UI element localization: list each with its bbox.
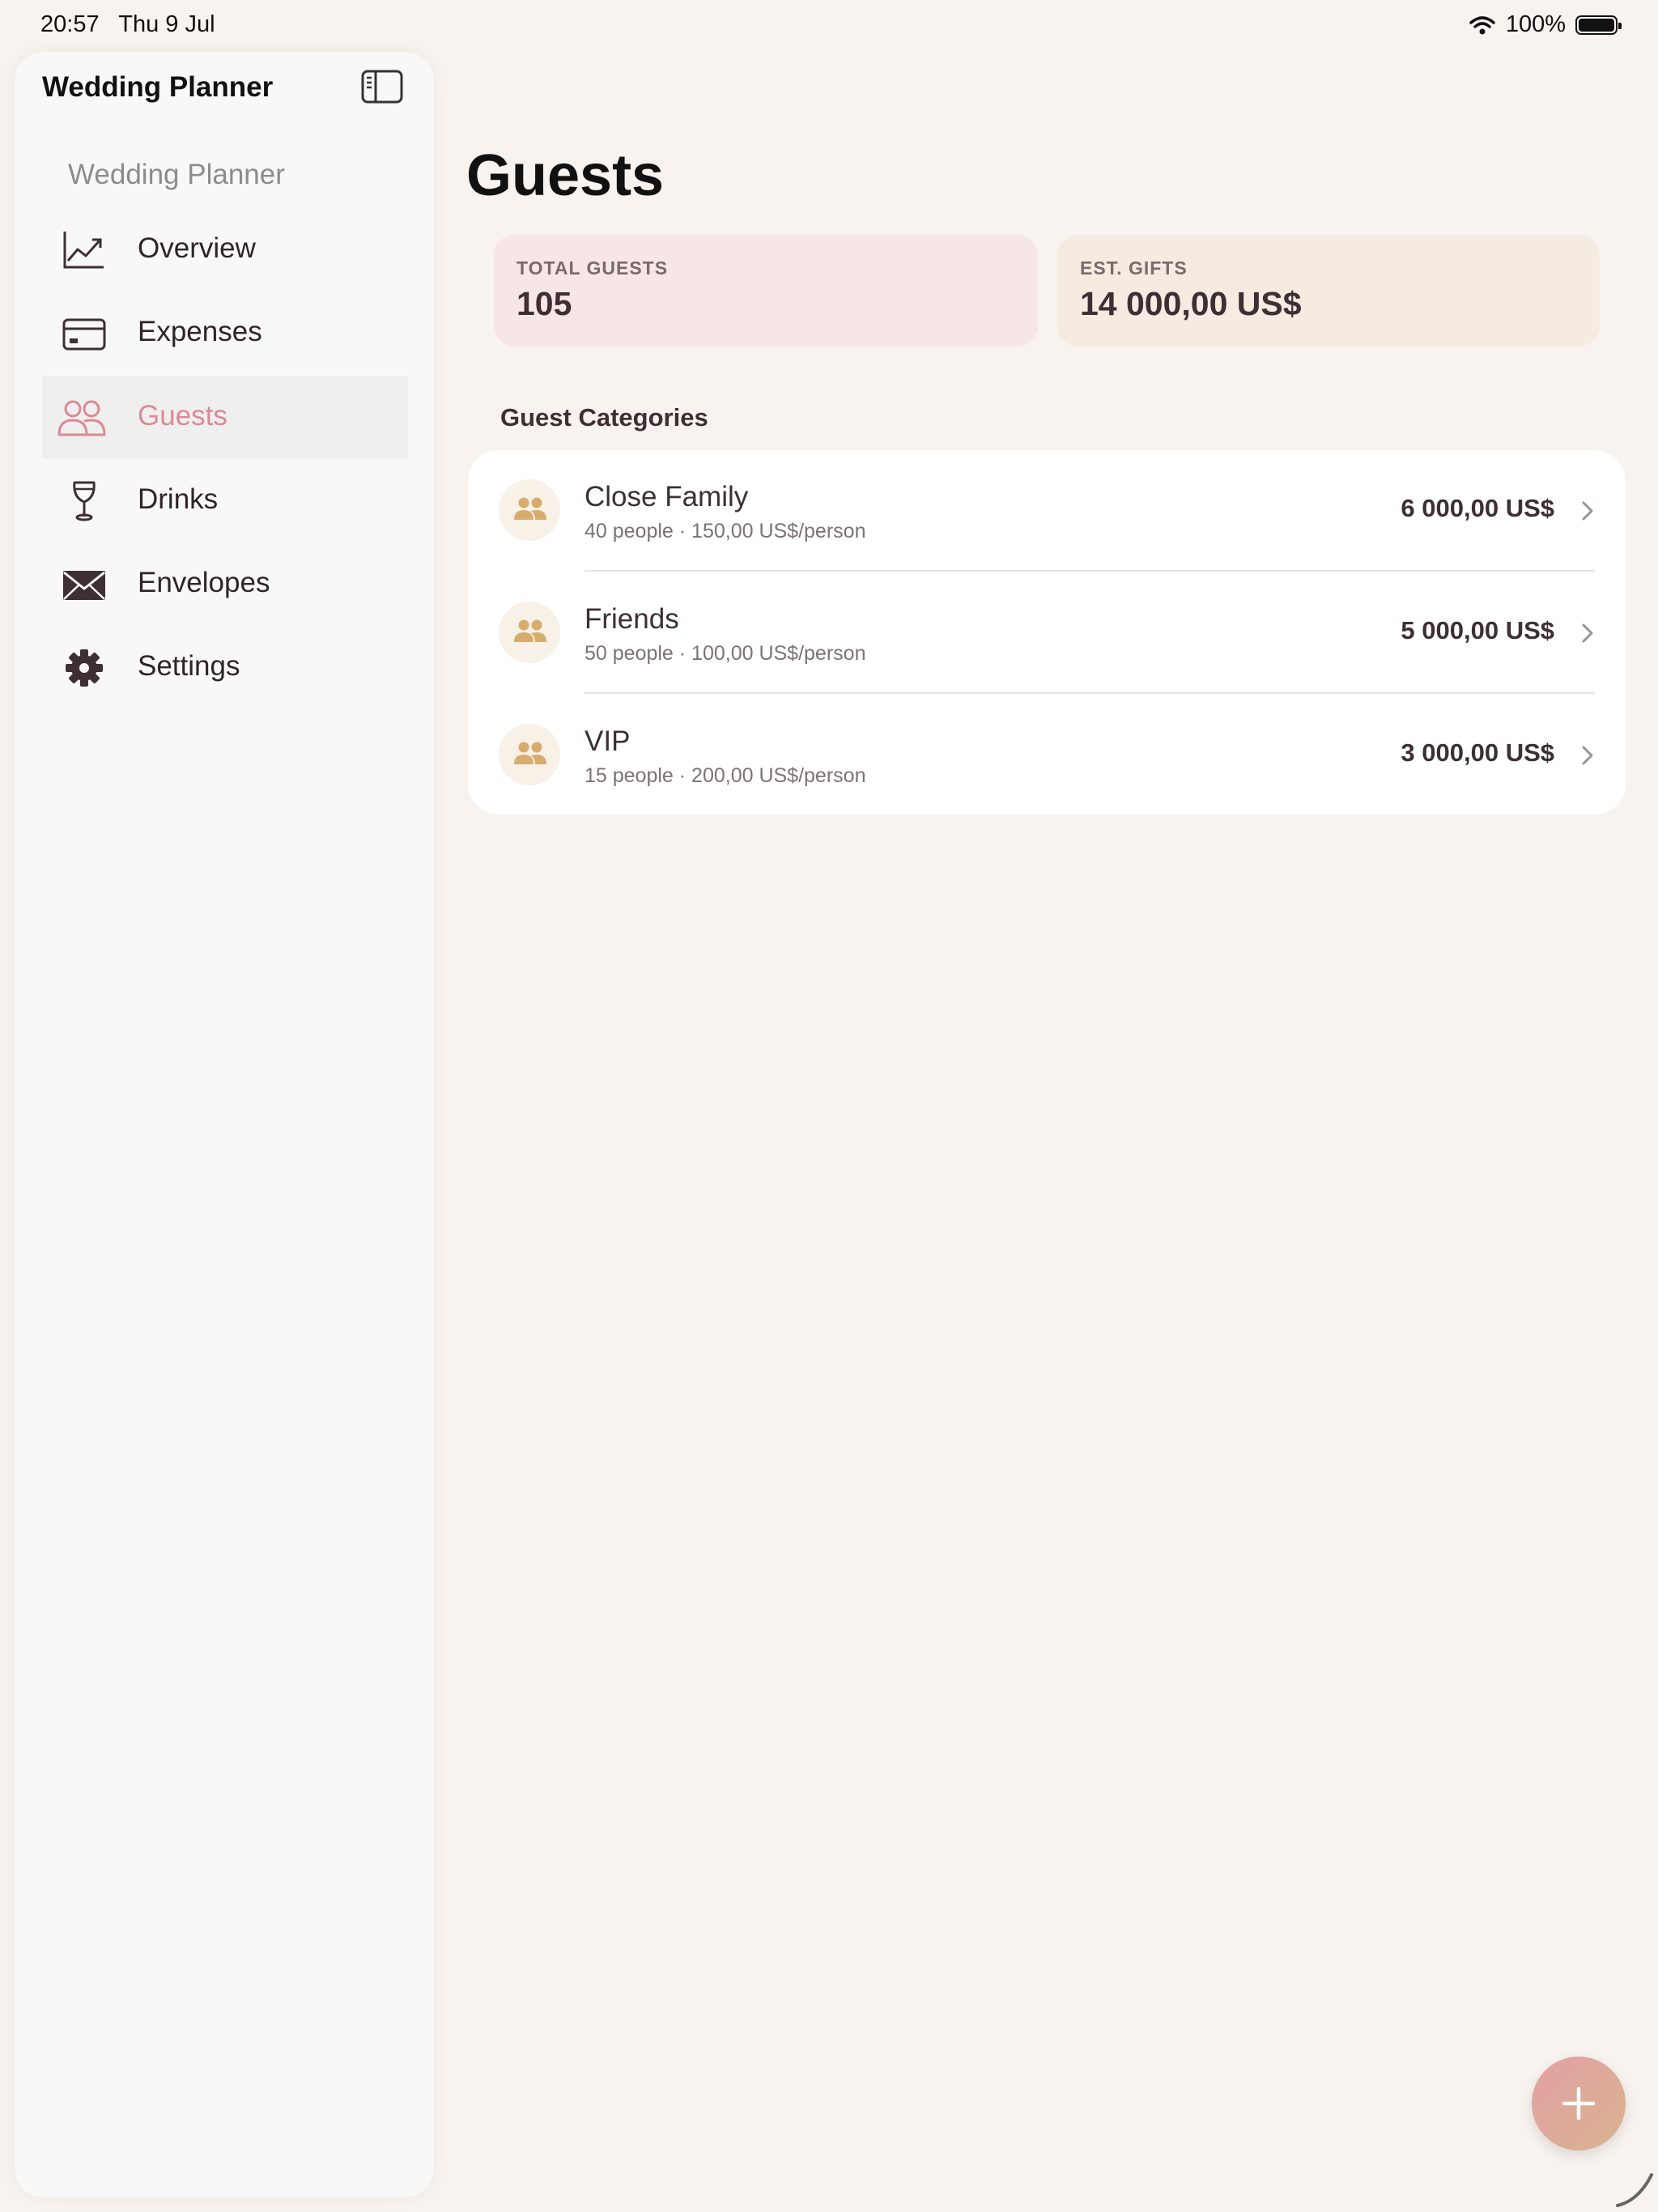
sidebar-item-label: Overview [138, 232, 256, 264]
row-divider [585, 692, 1595, 694]
category-amount: 3 000,00 US$ [1401, 738, 1554, 767]
gear-icon [66, 649, 103, 687]
sidebar: Wedding Planner Wedding Planner Overview… [15, 52, 434, 2197]
add-category-button[interactable] [1532, 2057, 1626, 2150]
category-name: Friends [585, 603, 679, 635]
sidebar-item-label: Guests [138, 400, 227, 432]
category-name: VIP [585, 725, 631, 757]
guest-categories-title: Guest Categories [500, 403, 708, 432]
status-date: Thu 9 Jul [118, 11, 215, 37]
guest-categories-list: Close Family 40 people · 150,00 US$/pers… [468, 450, 1626, 815]
status-time: 20:57 [40, 11, 100, 37]
wine-glass-icon [73, 481, 96, 521]
category-detail: 40 people · 150,00 US$/person [585, 520, 866, 542]
sidebar-section-label: Wedding Planner [68, 159, 285, 190]
sidebar-item-label: Envelopes [138, 567, 270, 598]
category-row-close-family[interactable]: Close Family 40 people · 150,00 US$/pers… [468, 450, 1626, 572]
category-detail: 15 people · 200,00 US$/person [585, 764, 866, 787]
est-gifts-card: EST. GIFTS 14 000,00 US$ [1057, 235, 1600, 347]
status-time-date: 20:57 Thu 9 Jul [40, 11, 215, 38]
people-fill-icon [514, 742, 546, 764]
sidebar-item-settings[interactable]: Settings [42, 626, 408, 708]
battery-percent: 100% [1505, 11, 1566, 37]
avatar [499, 479, 560, 541]
chevron-right-icon [1582, 746, 1593, 765]
status-indicators: 100% [1469, 11, 1622, 38]
total-guests-card: TOTAL GUESTS 105 [494, 235, 1038, 347]
total-guests-value: 105 [517, 285, 572, 322]
category-row-vip[interactable]: VIP 15 people · 200,00 US$/person 3 000,… [468, 695, 1626, 816]
window-resize-handle[interactable] [1614, 2168, 1655, 2209]
sidebar-item-overview[interactable]: Overview [42, 208, 408, 291]
sidebar-title: Wedding Planner [42, 71, 274, 103]
chart-line-icon [63, 232, 104, 269]
category-name: Close Family [585, 481, 749, 513]
avatar [499, 602, 560, 663]
people-fill-icon [514, 497, 546, 520]
sidebar-item-envelopes[interactable]: Envelopes [42, 542, 408, 625]
sidebar-item-guests[interactable]: Guests [42, 376, 408, 458]
category-amount: 6 000,00 US$ [1401, 494, 1554, 522]
category-detail: 50 people · 100,00 US$/person [585, 642, 866, 665]
chevron-right-icon [1582, 501, 1593, 521]
category-row-friends[interactable]: Friends 50 people · 100,00 US$/person 5 … [468, 572, 1626, 694]
battery-icon [1575, 15, 1622, 35]
sidebar-item-label: Settings [138, 650, 240, 682]
sidebar-item-expenses[interactable]: Expenses [42, 291, 408, 374]
sidebar-item-label: Expenses [138, 316, 262, 347]
people-icon [57, 400, 106, 436]
sidebar-toggle-icon[interactable] [361, 70, 403, 104]
people-fill-icon [514, 619, 546, 642]
est-gifts-value: 14 000,00 US$ [1080, 285, 1302, 322]
row-divider [585, 570, 1595, 572]
avatar [499, 724, 560, 785]
envelope-icon [63, 571, 105, 600]
category-amount: 5 000,00 US$ [1401, 616, 1554, 644]
status-bar: 20:57 Thu 9 Jul 100% [0, 0, 1658, 49]
credit-card-icon [62, 318, 106, 351]
sidebar-item-label: Drinks [138, 483, 219, 515]
page-title: Guests [466, 143, 665, 208]
wifi-icon [1469, 15, 1495, 34]
sidebar-item-drinks[interactable]: Drinks [42, 459, 408, 542]
chevron-right-icon [1582, 623, 1593, 643]
plus-icon [1562, 2087, 1596, 2121]
total-guests-label: TOTAL GUESTS [517, 257, 669, 279]
est-gifts-label: EST. GIFTS [1080, 257, 1188, 279]
